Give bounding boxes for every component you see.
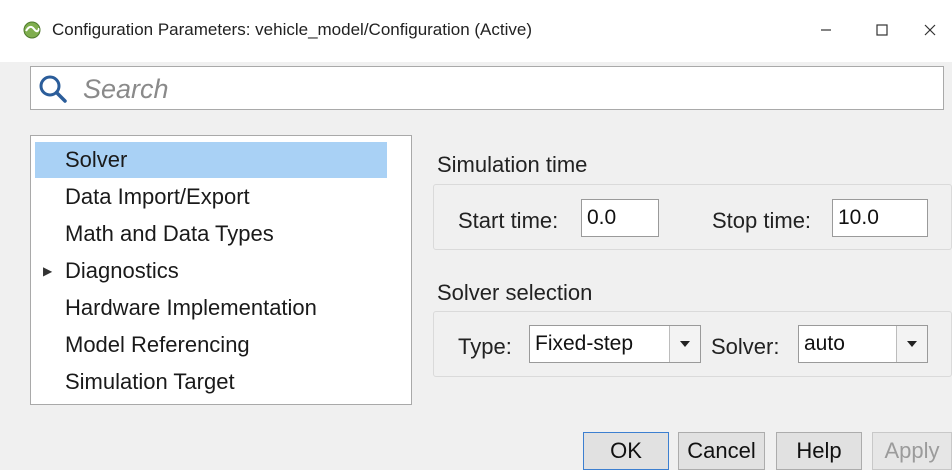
solver-label: Solver: [711,334,780,359]
tree-item-label: Math and Data Types [65,221,274,246]
type-label: Type: [458,334,512,359]
tree-item-simulation-target[interactable]: Simulation Target [35,364,387,400]
type-dropdown[interactable]: Fixed-step [529,325,701,363]
minimize-button[interactable] [806,12,846,48]
solver-dropdown[interactable]: auto [798,325,928,363]
maximize-button[interactable] [862,12,902,48]
ok-button[interactable]: OK [583,432,669,470]
solver-dropdown-value: auto [804,332,845,355]
expand-arrow-icon[interactable]: ▶ [43,253,52,289]
tree-item-data-import-export[interactable]: Data Import/Export [35,179,387,215]
tree-item-label: Diagnostics [65,258,179,283]
tree-item-label: Simulation Target [65,369,235,394]
tree-item-label: Hardware Implementation [65,295,317,320]
solver-selection-heading: Solver selection [437,280,593,305]
type-dropdown-button[interactable] [669,326,700,362]
chevron-down-icon [907,341,917,347]
chevron-down-icon [680,341,690,347]
stop-time-field[interactable] [832,199,928,237]
stop-time-label: Stop time: [712,208,812,233]
simulink-icon [23,21,41,39]
tree-item-label: Data Import/Export [65,184,250,209]
simulation-time-heading: Simulation time [437,152,588,177]
search-input[interactable] [81,69,935,109]
tree-item-solver[interactable]: Solver [35,142,387,178]
apply-button[interactable]: Apply [872,432,952,470]
title-bar: Configuration Parameters: vehicle_model/… [0,0,952,62]
help-button[interactable]: Help [776,432,862,470]
maximize-icon [876,24,888,36]
category-tree: Solver Data Import/Export Math and Data … [30,135,412,405]
tree-item-label: Solver [65,147,128,172]
tree-item-hardware-implementation[interactable]: Hardware Implementation [35,290,387,326]
minimize-icon [821,29,831,31]
close-icon [924,24,936,36]
cancel-button[interactable]: Cancel [678,432,765,470]
search-icon [39,75,67,103]
start-time-label: Start time: [458,208,559,233]
tree-item-model-referencing[interactable]: Model Referencing [35,327,387,363]
solver-dropdown-button[interactable] [896,326,927,362]
window-title: Configuration Parameters: vehicle_model/… [52,20,533,39]
tree-item-label: Model Referencing [65,332,250,357]
start-time-field[interactable] [581,199,659,237]
tree-item-math-and-data-types[interactable]: Math and Data Types [35,216,387,252]
close-button[interactable] [910,12,950,48]
type-dropdown-value: Fixed-step [535,332,634,355]
search-box [30,66,944,110]
tree-item-diagnostics[interactable]: ▶ Diagnostics [35,253,387,289]
